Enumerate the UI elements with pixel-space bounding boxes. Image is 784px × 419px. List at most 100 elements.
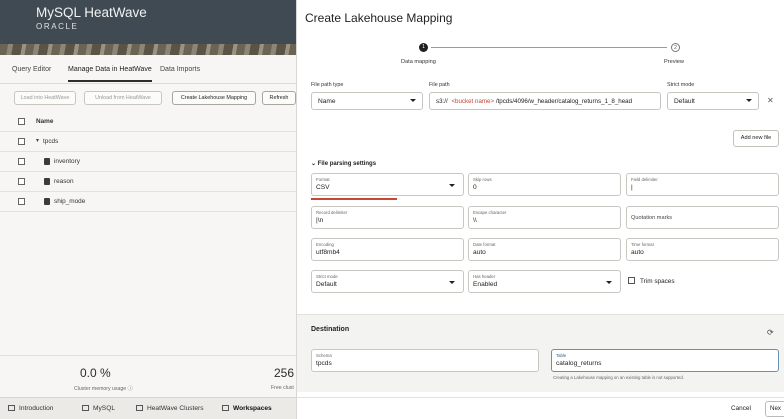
- time-format-field[interactable]: Time format auto: [626, 238, 779, 261]
- strict-mode-label: Strict mode: [667, 82, 695, 88]
- add-new-file-button[interactable]: Add new file: [733, 130, 779, 147]
- remove-file-icon[interactable]: ✕: [767, 96, 774, 105]
- field-label: Time format: [631, 242, 654, 247]
- field-value: tpcds: [316, 360, 332, 367]
- strict-mode-select[interactable]: Default: [667, 92, 759, 110]
- chevron-down-icon: [449, 281, 455, 284]
- app-header: MySQL HeatWave ORACLE: [0, 0, 296, 44]
- unload-from-heatwave-button[interactable]: Unload from HeatWave: [84, 91, 162, 105]
- row-checkbox[interactable]: [18, 138, 25, 145]
- tab-query-editor[interactable]: Query Editor: [12, 66, 51, 73]
- oracle-logo: ORACLE: [36, 22, 79, 31]
- section-title: File parsing settings: [317, 161, 377, 167]
- field-label: Strict mode: [316, 274, 338, 279]
- tab-manage-data[interactable]: Manage Data in HeatWave: [68, 66, 152, 82]
- chevron-down-icon: [410, 99, 416, 102]
- file-parsing-settings-toggle[interactable]: ⌄ File parsing settings: [311, 160, 376, 167]
- field-value: utf8mb4: [316, 249, 340, 256]
- nav-label: MySQL: [93, 405, 115, 412]
- create-lakehouse-mapping-button[interactable]: Create Lakehouse Mapping: [172, 91, 256, 105]
- field-label: Record delimiter: [316, 210, 348, 215]
- file-path-type-select[interactable]: Name: [311, 92, 423, 110]
- panel-title: Create Lakehouse Mapping: [305, 11, 453, 25]
- nav-introduction[interactable]: Introduction: [8, 405, 53, 412]
- table-helper-text: Creating a Lakehouse mapping on an exist…: [553, 375, 684, 380]
- skip-rows-field[interactable]: Skip rows 0: [468, 173, 621, 196]
- cancel-button[interactable]: Cancel: [731, 405, 751, 412]
- refresh-icon[interactable]: ⟳: [767, 328, 774, 337]
- field-value: \\: [473, 217, 477, 224]
- select-value: Default: [674, 98, 695, 105]
- bottom-nav: Introduction MySQL HeatWave Clusters Wor…: [0, 397, 296, 419]
- table-name: inventory: [54, 158, 80, 165]
- schema-name: tpcds: [43, 138, 59, 145]
- date-format-field[interactable]: Date format auto: [468, 238, 621, 261]
- refresh-button[interactable]: Refresh: [262, 91, 296, 105]
- quotation-marks-field[interactable]: Quotation marks: [626, 206, 779, 229]
- format-select[interactable]: Format CSV: [311, 173, 464, 196]
- has-header-select[interactable]: Has header Enabled: [468, 270, 621, 293]
- step-1-indicator: 1: [419, 43, 428, 52]
- strict-mode-parsing-select[interactable]: Strict mode Default: [311, 270, 464, 293]
- trim-spaces-checkbox[interactable]: [628, 277, 635, 284]
- field-label: Escape character: [473, 210, 507, 215]
- trim-spaces-option[interactable]: Trim spaces: [628, 277, 675, 285]
- tab-data-imports[interactable]: Data Imports: [160, 66, 200, 73]
- schema-field[interactable]: Schema tpcds: [311, 349, 539, 372]
- field-label: Skip rows: [473, 177, 492, 182]
- table-icon: [44, 178, 50, 185]
- tree-row-schema[interactable]: ▾ tpcds: [0, 132, 296, 152]
- caret-down-icon[interactable]: ▾: [36, 137, 39, 144]
- table-header-row: Name: [0, 112, 296, 132]
- path-prefix: s3://: [436, 98, 448, 105]
- field-label: Field delimiter: [631, 177, 658, 182]
- destination-title: Destination: [311, 326, 350, 333]
- field-value: |\n: [316, 217, 324, 224]
- decorative-banner: [0, 44, 296, 55]
- free-cluster-value: 256: [274, 366, 295, 380]
- background-app: MySQL HeatWave ORACLE Query Editor Manag…: [0, 0, 296, 419]
- chevron-down-icon: [606, 281, 612, 284]
- name-column-header: Name: [36, 118, 54, 125]
- row-checkbox[interactable]: [18, 198, 25, 205]
- field-placeholder: Quotation marks: [631, 215, 673, 221]
- nav-label: Introduction: [19, 405, 54, 412]
- select-all-checkbox[interactable]: [18, 118, 25, 125]
- nav-workspaces[interactable]: Workspaces: [222, 405, 272, 412]
- app-title: MySQL HeatWave: [36, 5, 147, 20]
- free-cluster-caption: Free clust: [271, 385, 294, 391]
- field-label: Date format: [473, 242, 496, 247]
- field-value: auto: [473, 249, 486, 256]
- next-button[interactable]: Nex: [765, 401, 784, 417]
- tree-row-table[interactable]: reason: [0, 172, 296, 192]
- record-delimiter-field[interactable]: Record delimiter |\n: [311, 206, 464, 229]
- encoding-field[interactable]: Encoding utf8mb4: [311, 238, 464, 261]
- field-delimiter-field[interactable]: Field delimiter |: [626, 173, 779, 196]
- nav-mysql[interactable]: MySQL: [82, 405, 115, 412]
- tree-row-table[interactable]: ship_mode: [0, 192, 296, 212]
- field-value: auto: [631, 249, 644, 256]
- row-checkbox[interactable]: [18, 178, 25, 185]
- escape-character-field[interactable]: Escape character \\: [468, 206, 621, 229]
- cluster-stats: 0.0 % Cluster memory usage ⓘ 256 Free cl…: [0, 355, 296, 397]
- highlight-underline: [311, 198, 397, 200]
- table-field[interactable]: Table catalog_returns: [551, 349, 779, 372]
- tree-row-table[interactable]: inventory: [0, 152, 296, 172]
- file-path-label: File path: [429, 82, 450, 88]
- field-label: Format: [316, 177, 330, 182]
- field-label: Has header: [473, 274, 496, 279]
- table-name: ship_mode: [54, 198, 86, 205]
- mapping-form: File path type Name File path s3:// <buc…: [297, 72, 784, 392]
- nav-heatwave-clusters[interactable]: HeatWave Clusters: [136, 405, 204, 412]
- row-checkbox[interactable]: [18, 158, 25, 165]
- stepper: 1 2 Data mapping Preview: [297, 36, 784, 70]
- field-value: Enabled: [473, 281, 498, 288]
- nav-label: HeatWave Clusters: [147, 405, 204, 412]
- field-value: 0: [473, 184, 477, 191]
- file-path-input[interactable]: s3:// <bucket name> /tpcds/4096/w_header…: [429, 92, 661, 110]
- field-value: |: [631, 184, 633, 191]
- database-icon: [82, 405, 89, 411]
- load-into-heatwave-button[interactable]: Load into HeatWave: [14, 91, 76, 105]
- grid-icon: [222, 405, 229, 411]
- introduction-icon: [8, 405, 15, 411]
